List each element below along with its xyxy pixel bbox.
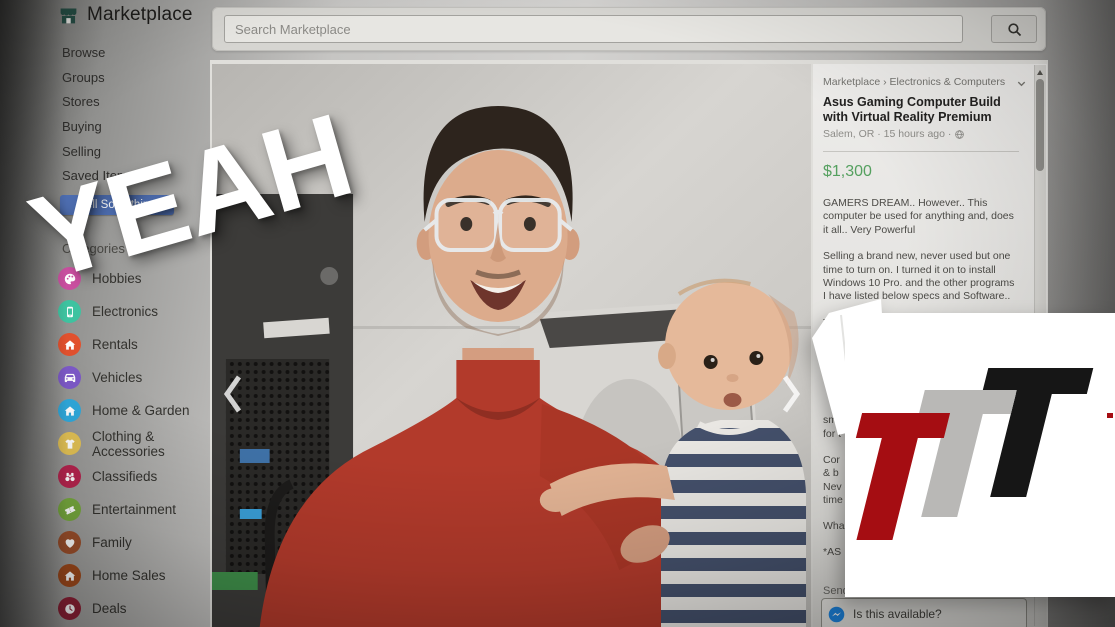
sidebar-category-rentals[interactable]: Rentals xyxy=(58,328,210,361)
listing-details: Marketplace › Electronics & Computers As… xyxy=(823,76,1019,573)
category-label: Deals xyxy=(92,601,208,616)
house-icon xyxy=(58,333,81,356)
description-paragraph-obscured: Cor& bNevtime xyxy=(823,454,1019,507)
category-label: Entertainment xyxy=(92,502,208,517)
sidebar-category-deals[interactable]: Deals xyxy=(58,592,210,625)
car-icon xyxy=(58,366,81,389)
binoculars-icon xyxy=(58,465,81,488)
heart-icon xyxy=(58,531,81,554)
description-line-fragment: ram xyxy=(823,343,1019,356)
listing-description-obscured: ThisDDRramhae smafor t Cor& bNevtime Wha *AS xyxy=(823,317,1019,560)
description-paragraph-obscured: Wha xyxy=(823,520,1019,533)
messenger-icon xyxy=(828,606,845,623)
sidebar-category-classifieds[interactable]: Classifieds xyxy=(58,460,210,493)
message-input[interactable] xyxy=(851,606,1020,622)
category-label: Vehicles xyxy=(92,370,208,385)
listing-meta-text: Salem, OR · 15 hours ago · xyxy=(823,128,951,140)
category-label: Classifieds xyxy=(92,469,208,484)
sidebar-category-clothing-accessories[interactable]: Clothing & Accessories xyxy=(58,427,210,460)
categories-heading: Categories xyxy=(62,241,125,256)
listing-price: $1,300 xyxy=(823,163,1019,181)
phone-icon xyxy=(58,300,81,323)
chevron-right-icon xyxy=(780,371,802,417)
description-line-fragment: *AS xyxy=(823,546,1019,559)
description-paragraph: Selling a brand new, never used but one … xyxy=(823,250,1019,304)
sidebar-item-stores[interactable]: Stores xyxy=(62,89,134,114)
description-line-fragment: Cor xyxy=(823,454,1019,467)
description-line-fragment: Nev xyxy=(823,481,1019,494)
sidebar-item-browse[interactable]: Browse xyxy=(62,40,134,65)
category-label: Electronics xyxy=(92,304,208,319)
listing-description: GAMERS DREAM.. However.. This computer b… xyxy=(823,197,1019,304)
category-label: Home & Garden xyxy=(92,403,208,418)
chevron-left-icon xyxy=(222,371,244,417)
description-line-fragment: sma xyxy=(823,414,1019,427)
search-bar xyxy=(212,7,1046,51)
clock-icon xyxy=(58,597,81,620)
sidebar-category-family[interactable]: Family xyxy=(58,526,210,559)
sidebar-category-home-sales[interactable]: Home Sales xyxy=(58,559,210,592)
category-label: Rentals xyxy=(92,337,208,352)
description-line-fragment: & b xyxy=(823,467,1019,480)
search-input[interactable] xyxy=(224,15,963,43)
scrollbar-thumb[interactable] xyxy=(1036,79,1044,171)
description-line-fragment: e xyxy=(823,370,1019,383)
description-paragraph: GAMERS DREAM.. However.. This computer b… xyxy=(823,197,1019,237)
sidebar-category-home-garden[interactable]: Home & Garden xyxy=(58,394,210,427)
ticket-icon xyxy=(58,498,81,521)
scrollbar-up-arrow[interactable] xyxy=(1037,70,1043,75)
description-line-fragment: time xyxy=(823,494,1019,507)
sidebar-nav: BrowseGroupsStoresBuyingSellingSaved Ite… xyxy=(62,40,134,188)
description-line-fragment: This xyxy=(823,317,1019,330)
category-label: Home Sales xyxy=(92,568,208,583)
description-line-fragment: for t xyxy=(823,428,1019,441)
description-line-fragment: DDR xyxy=(823,330,1019,343)
listing-photo[interactable] xyxy=(212,64,811,627)
sidebar-item-groups[interactable]: Groups xyxy=(62,65,134,90)
category-label: Hobbies xyxy=(92,271,208,286)
sidebar-category-hobbies[interactable]: Hobbies xyxy=(58,262,210,295)
chevron-down-icon[interactable] xyxy=(1016,78,1027,89)
sidebar-categories: Hobbies Electronics Rentals Vehicles Home & … xyxy=(58,262,210,625)
photo-next-button[interactable] xyxy=(780,368,806,420)
listing-meta: Salem, OR · 15 hours ago · xyxy=(823,128,1019,140)
description-line-fragment: Wha xyxy=(823,520,1019,533)
listing-panel: Marketplace › Electronics & Computers As… xyxy=(813,64,1047,627)
description-paragraph-obscured: smafor t xyxy=(823,414,1019,441)
globe-icon xyxy=(954,129,965,140)
house-icon xyxy=(58,399,81,422)
category-label: Clothing & Accessories xyxy=(92,429,208,459)
description-paragraph-obscured: ThisDDRramhae xyxy=(823,317,1019,383)
palette-icon xyxy=(58,267,81,290)
sidebar-category-vehicles[interactable]: Vehicles xyxy=(58,361,210,394)
description-line-fragment: ha xyxy=(823,357,1019,370)
sidebar-category-electronics[interactable]: Electronics xyxy=(58,295,210,328)
send-message-label: Send seller a message xyxy=(823,585,935,597)
store-icon xyxy=(58,5,79,26)
category-label: Family xyxy=(92,535,208,550)
breadcrumb[interactable]: Marketplace › Electronics & Computers xyxy=(823,76,1019,88)
house-icon xyxy=(58,564,81,587)
description-paragraph-obscured: *AS xyxy=(823,546,1019,559)
marketplace-brand[interactable]: Marketplace xyxy=(58,4,193,26)
search-button[interactable] xyxy=(991,15,1037,43)
photo-prev-button[interactable] xyxy=(222,368,248,420)
sidebar-item-saved-items[interactable]: Saved Items xyxy=(62,163,134,188)
sell-button[interactable]: Sell Something xyxy=(60,195,174,215)
listing-photo-image xyxy=(212,64,811,627)
search-icon xyxy=(1006,21,1023,38)
listing-title: Asus Gaming Computer Build with Virtual … xyxy=(823,95,1019,125)
divider xyxy=(823,151,1019,152)
app-window: Marketplace BrowseGroupsStoresBuyingSell… xyxy=(0,0,1115,627)
message-box xyxy=(821,598,1027,627)
sidebar-item-buying[interactable]: Buying xyxy=(62,114,134,139)
sidebar-category-entertainment[interactable]: Entertainment xyxy=(58,493,210,526)
sidebar-item-selling[interactable]: Selling xyxy=(62,139,134,164)
brand-label: Marketplace xyxy=(87,4,193,26)
shirt-icon xyxy=(58,432,81,455)
